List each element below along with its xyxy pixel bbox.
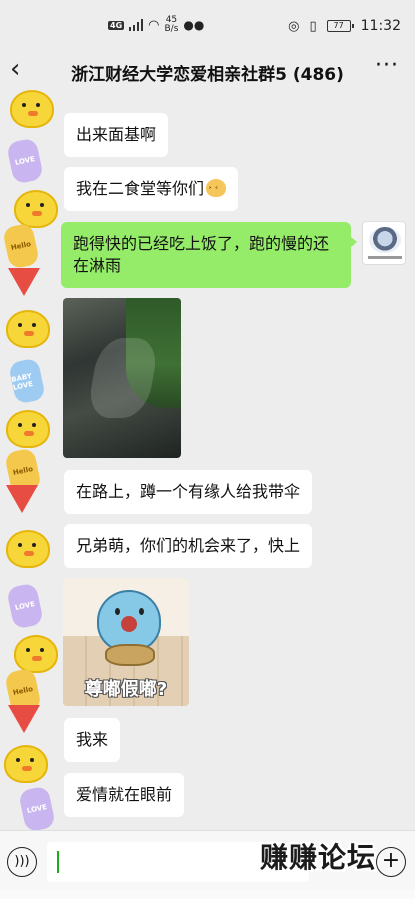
message-bubble[interactable]: 我来 — [64, 718, 121, 762]
ellipsis-icon[interactable]: ··· — [375, 55, 399, 77]
network-speed: 45 B/s — [164, 16, 178, 34]
love-tag-sticker: LOVE — [5, 582, 45, 630]
message-text: 我在二食堂等你们 — [76, 179, 205, 198]
status-right-group: ◎ ▯ 77 11:32 — [288, 18, 401, 34]
wechat-notification-icon: ●● — [183, 18, 205, 32]
message-bubble[interactable]: 出来面基啊 — [64, 113, 169, 157]
avatar[interactable] — [362, 221, 406, 265]
hello-tag-text: Hello — [12, 684, 34, 698]
network-speed-unit: B/s — [164, 24, 179, 34]
battery-icon: 77 — [326, 20, 354, 32]
sticker-caption: 尊嘟假嘟? — [84, 679, 168, 700]
my-message-row: 跑得快的已经吃上饭了，跑的慢的还在淋雨 — [61, 222, 357, 288]
duck-sticker-icon — [6, 530, 50, 568]
watermark-text: 赚赚论坛 — [260, 841, 377, 874]
wifi-icon: ◠ — [148, 17, 160, 33]
bubble-tail — [350, 236, 357, 248]
sticker-border: LOVE Hello BABY LOVE Hello LOVE Hello LO… — [0, 90, 58, 830]
duck-sticker-icon — [14, 190, 58, 228]
hello-tag-sticker: Hello — [1, 222, 41, 270]
cat-emoji-icon — [206, 179, 227, 202]
message-row: 出来面基啊 — [64, 113, 169, 157]
eye-comfort-icon: ◎ — [288, 18, 300, 34]
sticker-mouth — [121, 616, 137, 632]
baby-love-tag-text: BABY LOVE — [10, 371, 34, 392]
vibrate-icon: ▯ — [309, 18, 317, 34]
love-tag-text: LOVE — [26, 802, 48, 816]
sticker-eye — [115, 608, 120, 615]
baby-love-tag-sticker: BABY LOVE — [7, 357, 47, 405]
network-type-label: 4G — [108, 20, 125, 30]
sticker-shell — [105, 644, 155, 666]
plus-icon[interactable]: + — [376, 847, 406, 877]
sticker-eye — [139, 608, 144, 615]
message-row: 我在二食堂等你们 — [64, 167, 239, 211]
message-row: 在路上，蹲一个有缘人给我带伞 — [64, 470, 313, 514]
hello-tag-text: Hello — [10, 239, 32, 253]
duck-sticker-icon — [6, 310, 50, 348]
message-bubble[interactable]: 兄弟萌，你们的机会来了，快上 — [64, 524, 313, 568]
status-network-group: 4G ◠ 45 B/s ●● — [108, 16, 204, 34]
message-row: 爱情就在眼前 — [64, 773, 185, 817]
status-bar: 4G ◠ 45 B/s ●● ◎ ▯ 77 11:32 — [0, 0, 415, 50]
love-tag-text: LOVE — [14, 154, 36, 168]
my-message-bubble[interactable]: 跑得快的已经吃上饭了，跑的慢的还在淋雨 — [61, 222, 351, 288]
love-tag-text: LOVE — [14, 599, 36, 613]
message-row: 我来 — [64, 718, 121, 762]
photo-message[interactable] — [63, 298, 181, 458]
message-bubble[interactable]: 在路上，蹲一个有缘人给我带伞 — [64, 470, 313, 514]
watermelon-icon — [8, 268, 40, 296]
signal-icon — [129, 19, 144, 31]
love-tag-sticker: LOVE — [17, 785, 57, 830]
duck-sticker-icon — [10, 90, 54, 128]
sticker-message[interactable]: 尊嘟假嘟? — [63, 578, 189, 706]
battery-level: 77 — [333, 21, 344, 30]
duck-sticker-icon — [14, 635, 58, 673]
love-tag-sticker: LOVE — [5, 137, 45, 185]
avatar-image — [369, 227, 401, 253]
clock: 11:32 — [360, 18, 401, 34]
text-cursor — [57, 851, 59, 873]
voice-icon[interactable]: ))) — [7, 847, 37, 877]
bottom-bar — [0, 890, 415, 899]
avatar-caption-strip — [368, 256, 402, 259]
photo-wet-road — [85, 338, 161, 418]
watermelon-icon — [8, 705, 40, 733]
message-bubble[interactable]: 我在二食堂等你们 — [64, 167, 239, 211]
watermelon-icon — [6, 485, 38, 513]
duck-sticker-icon — [6, 410, 50, 448]
chat-header: ‹ 浙江财经大学恋爱相亲社群5 (486) ··· — [0, 50, 415, 90]
squirtle-sticker-icon — [97, 590, 161, 652]
duck-sticker-icon — [4, 745, 48, 783]
message-row: 兄弟萌，你们的机会来了，快上 — [64, 524, 313, 568]
message-bubble[interactable]: 爱情就在眼前 — [64, 773, 185, 817]
chat-title: 浙江财经大学恋爱相亲社群5 (486) — [71, 65, 344, 85]
hello-tag-text: Hello — [12, 464, 34, 478]
